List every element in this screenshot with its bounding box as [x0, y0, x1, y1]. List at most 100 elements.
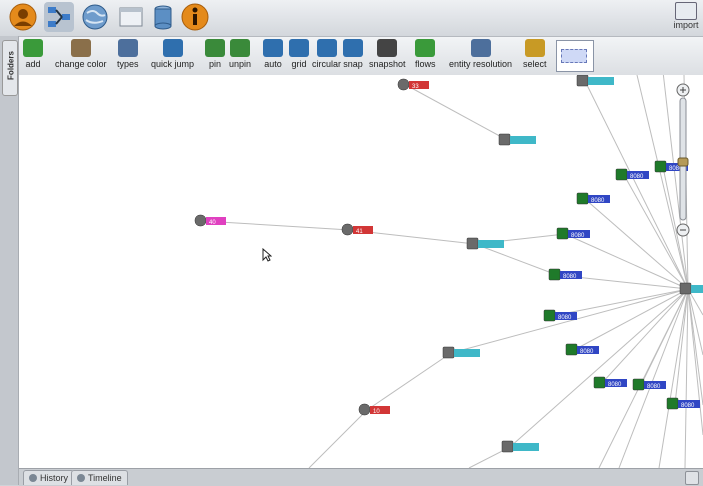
tab-timeline-label: Timeline	[88, 473, 122, 483]
toolbar-2-button[interactable]: types	[117, 39, 139, 69]
graph-node[interactable]	[498, 133, 536, 146]
window-icon[interactable]	[116, 2, 146, 32]
import-label: import	[673, 20, 699, 30]
select-icon	[524, 39, 545, 57]
network-graph[interactable]: 40 41 10 33 8080 8080 8080 8080 8080 8080 8080 8080…	[19, 75, 703, 468]
toolbar-13-button[interactable]: select	[523, 39, 547, 69]
toolbar-3-button[interactable]: quick jump	[151, 39, 194, 69]
graph-node-label: 33	[412, 84, 419, 90]
mouse-cursor-icon	[262, 248, 272, 262]
graph-toolbar: add change color types quick jump pin unpin au…	[19, 37, 703, 76]
toolbar-10-label: snapshot	[369, 59, 406, 69]
resize-corner[interactable]	[685, 471, 699, 485]
graph-node-tag	[691, 285, 703, 293]
tab-timeline[interactable]: Timeline	[71, 470, 128, 485]
graph-node-label: 8080	[591, 198, 605, 204]
toolbar-10-button[interactable]: snapshot	[369, 39, 406, 69]
graph-canvas[interactable]: 40 41 10 33 8080 8080 8080 8080 8080 8080 8080 8080…	[19, 75, 703, 468]
toolbar-5-button[interactable]: unpin	[229, 39, 251, 69]
toolbar-9-button[interactable]: snap	[343, 39, 363, 69]
zoom-handle[interactable]	[677, 157, 689, 167]
graph-node[interactable]: 8080	[666, 397, 700, 410]
auto-layout-icon	[263, 39, 283, 57]
graph-node-label: 8080	[681, 403, 695, 409]
graph-node[interactable]	[576, 75, 614, 87]
graph-node-label: 41	[356, 229, 363, 235]
server-node-icon	[556, 227, 569, 240]
graph-node[interactable]: 41	[341, 223, 373, 236]
graph-node-label: 8080	[630, 174, 644, 180]
history-icon	[29, 474, 37, 482]
entity-node-icon	[397, 78, 410, 91]
graph-node[interactable]: 8080	[632, 378, 666, 391]
graph-node-tag	[478, 240, 504, 248]
import-icon	[675, 2, 697, 20]
graph-node[interactable]: 33	[397, 78, 429, 91]
graph-node-label: 8080	[580, 349, 594, 355]
user-profile-icon[interactable]	[8, 2, 38, 32]
graph-edge	[598, 288, 689, 468]
graph-node[interactable]	[442, 346, 480, 359]
graph-node[interactable]: 8080	[548, 268, 582, 281]
server-node-icon	[565, 343, 578, 356]
flows-icon	[415, 39, 436, 57]
toolbar-12-button[interactable]: entity resolution	[449, 39, 512, 69]
import-button[interactable]: import	[671, 1, 701, 35]
tab-history[interactable]: History	[23, 470, 75, 485]
graph-node[interactable]: 8080	[593, 376, 627, 389]
toolbar-7-button[interactable]: grid	[289, 39, 309, 69]
camera-icon	[377, 39, 398, 57]
graph-node[interactable]	[501, 440, 539, 453]
snap-icon	[343, 39, 363, 57]
graph-node[interactable]: 10	[358, 403, 390, 416]
network-graph-icon[interactable]	[44, 2, 74, 32]
toolbar-1-button[interactable]: change color	[55, 39, 107, 69]
types-icon	[117, 39, 138, 57]
graph-edge	[366, 352, 452, 411]
graph-node[interactable]: 8080	[615, 168, 649, 181]
graph-edge	[405, 84, 508, 141]
toolbar-11-button[interactable]: flows	[415, 39, 436, 69]
app-header: import	[0, 0, 703, 37]
quick-jump-icon	[162, 39, 183, 57]
toolbar-6-label: auto	[264, 59, 282, 69]
graph-node-label: 8080	[563, 274, 577, 280]
toolbar-5-label: unpin	[229, 59, 252, 69]
toolbar-8-button[interactable]: circular	[312, 39, 341, 69]
selection-preview-thumbnail[interactable]	[556, 40, 594, 72]
entity-node-icon	[498, 133, 511, 146]
toolbar-8-label: circular	[312, 59, 342, 69]
graph-node-tag	[510, 136, 536, 144]
toolbar-0-button[interactable]: add	[23, 39, 43, 69]
entity-node-icon	[466, 237, 479, 250]
graph-node-tag	[513, 443, 539, 451]
graph-node-label: 10	[373, 409, 380, 415]
entity-node-icon	[341, 223, 354, 236]
toolbar-13-label: select	[523, 59, 547, 69]
info-icon[interactable]	[180, 2, 210, 32]
graph-node[interactable]: 40	[194, 214, 226, 227]
server-node-icon	[615, 168, 628, 181]
entity-node-icon	[576, 75, 589, 87]
server-node-icon	[593, 376, 606, 389]
graph-node-label: 40	[209, 220, 216, 226]
graph-node[interactable]	[466, 237, 504, 250]
toolbar-6-button[interactable]: auto	[263, 39, 283, 69]
database-icon[interactable]	[148, 2, 178, 32]
left-side-panel: Folders	[0, 36, 19, 485]
pin-icon	[205, 39, 225, 57]
graph-node[interactable]	[679, 282, 703, 295]
server-node-icon	[632, 378, 645, 391]
toolbar-2-label: types	[117, 59, 139, 69]
graph-node[interactable]: 8080	[556, 227, 590, 240]
paintbrush-icon	[70, 39, 91, 57]
globe-icon[interactable]	[80, 2, 110, 32]
toolbar-11-label: flows	[415, 59, 436, 69]
zoom-slider[interactable]	[675, 82, 691, 238]
toolbar-4-button[interactable]: pin	[205, 39, 225, 69]
folders-tab[interactable]: Folders	[2, 40, 18, 96]
graph-node[interactable]: 8080	[576, 192, 610, 205]
folders-tab-label: Folders	[6, 51, 16, 80]
server-node-icon	[548, 268, 561, 281]
tab-history-label: History	[40, 473, 69, 483]
